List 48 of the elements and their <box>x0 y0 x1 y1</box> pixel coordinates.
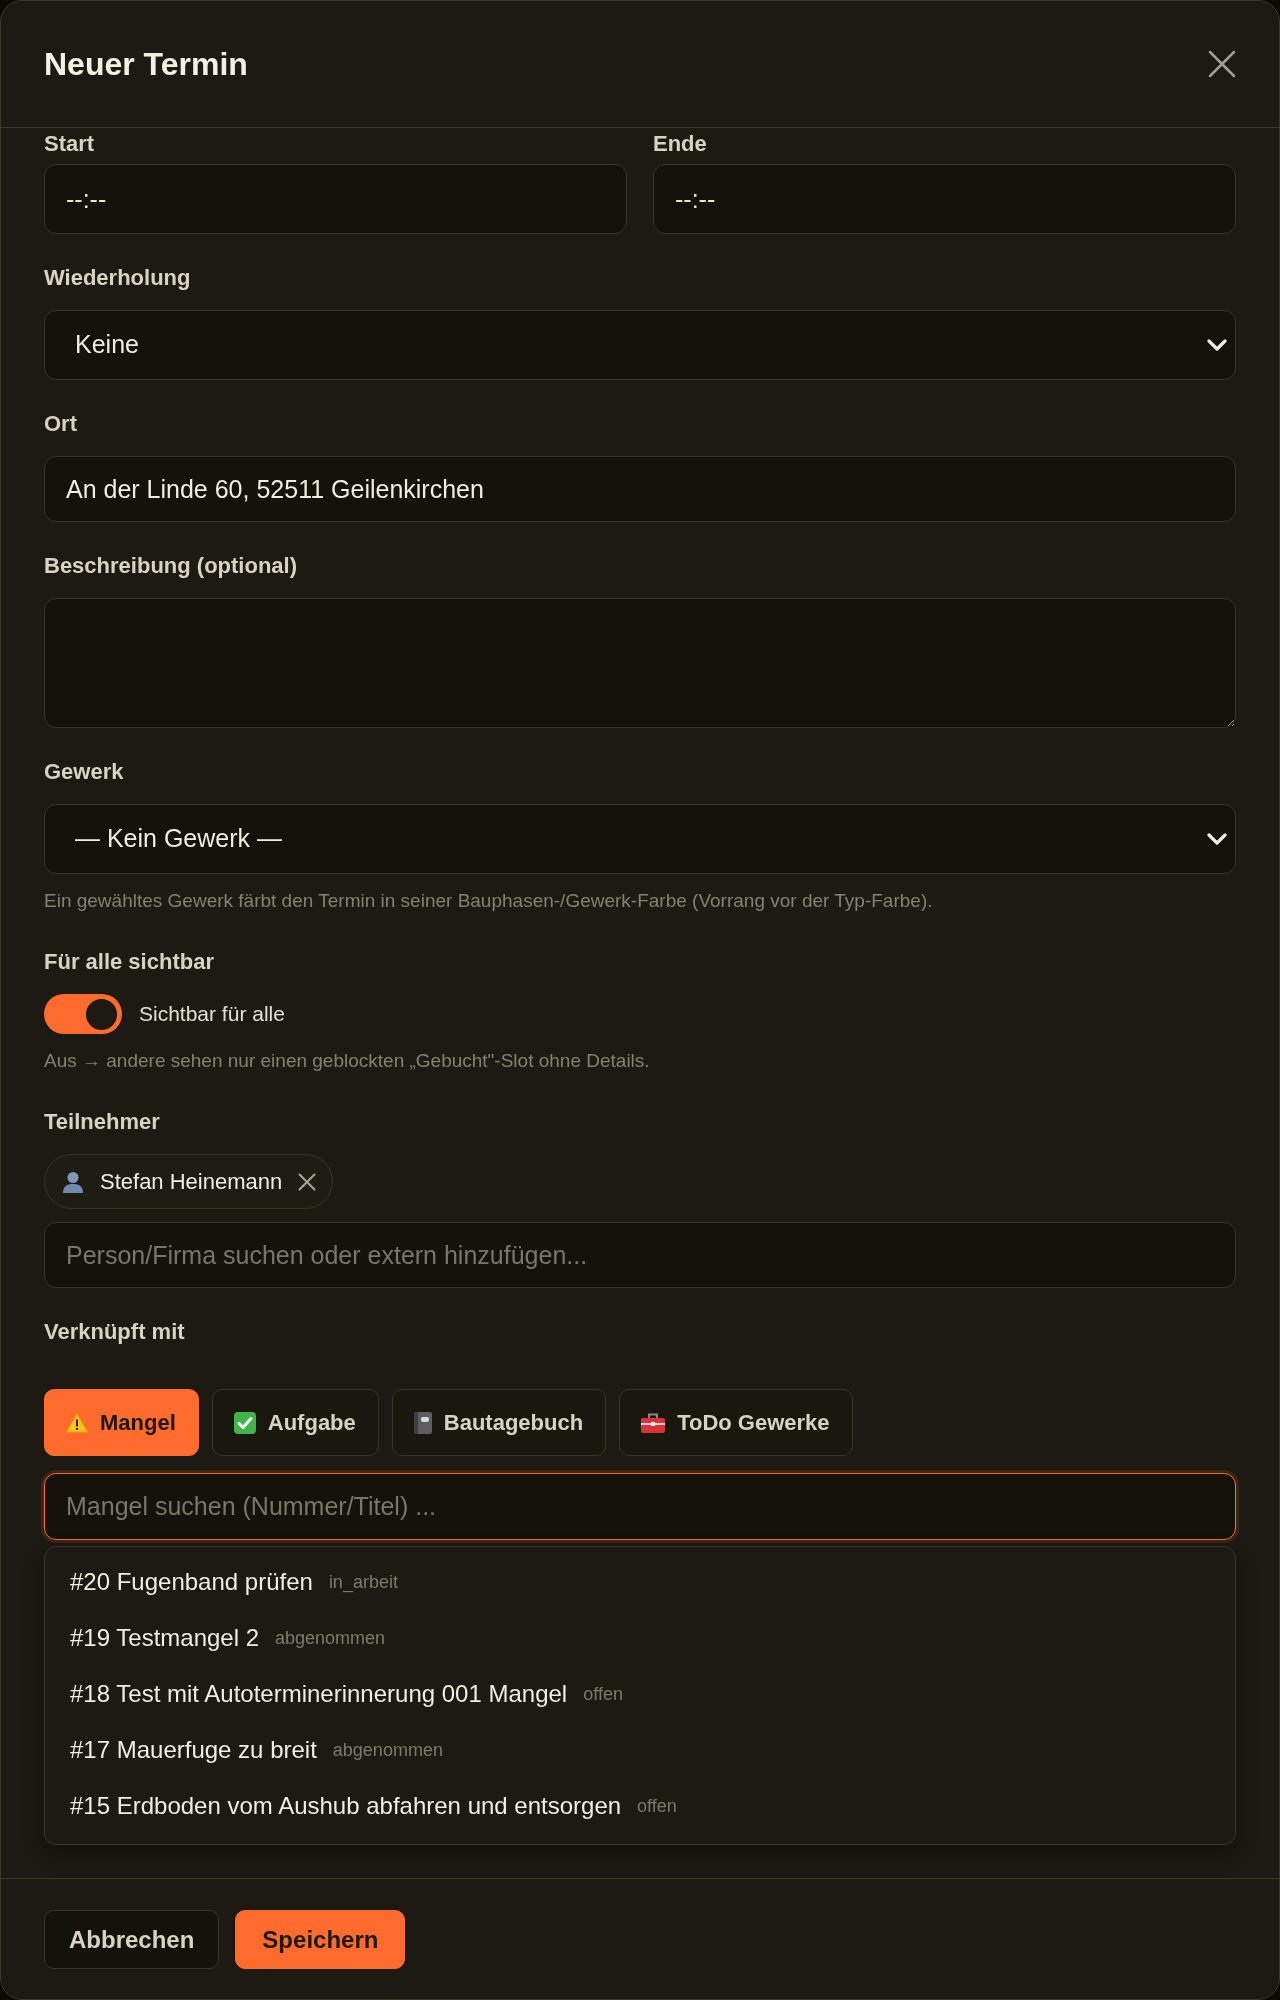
dialog-title: Neuer Termin <box>44 45 248 84</box>
field-label: Start <box>44 132 96 156</box>
time-field[interactable]: --:-- <box>44 164 627 234</box>
field-label: Gewerk <box>44 758 125 786</box>
cancel-button[interactable]: Abbrechen <box>44 1910 220 1969</box>
field-label: Teilnehmer <box>44 1108 161 1136</box>
help-text: Aus → andere sehen nur einen geblockten „Gebucht"-Slot ohne Details. <box>44 1049 651 1073</box>
field-label: Beschreibung (optional) <box>44 552 298 580</box>
person-icon <box>62 1170 84 1193</box>
field-label: Ende <box>653 132 708 156</box>
status-text: abgenommen <box>275 1626 386 1650</box>
close-icon[interactable] <box>1208 50 1236 78</box>
notebook-icon <box>413 1411 432 1434</box>
status-text: offen <box>583 1682 623 1706</box>
search-field[interactable]: Person/Firma suchen oder extern hinzufügen... <box>44 1222 1236 1288</box>
participant-name: Stefan Heinemann <box>100 1168 283 1196</box>
result-option[interactable]: #19 Testmangel 2 <box>70 1620 260 1656</box>
location-field[interactable]: An der Linde 60, 52511 Geilenkirchen <box>44 456 1236 522</box>
link-type-tab[interactable]: Mangel <box>44 1389 199 1456</box>
warning-icon <box>66 1412 88 1433</box>
status-text: offen <box>637 1794 677 1818</box>
field-label: Ort <box>44 410 78 438</box>
help-text: Ein gewähltes Gewerk färbt den Termin in seiner Bauphasen-/Gewerk-Farbe (Vorrang vor der Typ-Farbe). <box>44 889 934 913</box>
toolbox-icon <box>641 1412 666 1433</box>
link-type-tab[interactable]: Bautagebuch <box>391 1389 607 1456</box>
toggle-switch[interactable] <box>44 994 122 1034</box>
result-option[interactable]: #15 Erdboden vom Aushub abfahren und entsorgen <box>70 1788 622 1824</box>
time-field[interactable]: --:-- <box>653 164 1236 234</box>
chevron-icon <box>1207 338 1227 352</box>
field-label: Wiederholung <box>44 264 192 292</box>
search-field[interactable]: Mangel suchen (Nummer/Titel) ... <box>44 1473 1236 1540</box>
status-text: in_arbeit <box>328 1570 398 1595</box>
switch-label: Sichtbar für alle <box>139 1001 285 1028</box>
checkmark-icon <box>233 1411 256 1434</box>
link-type-tab[interactable]: Aufgabe <box>211 1389 379 1456</box>
result-option[interactable]: #20 Fugenband prüfen <box>70 1564 313 1600</box>
chevron-icon <box>1207 832 1227 846</box>
save-button[interactable]: Speichern <box>235 1910 406 1969</box>
result-option[interactable]: #17 Mauerfuge zu breit <box>70 1732 317 1768</box>
result-option[interactable]: #18 Test mit Autoterminerinnerung 001 Mangel <box>70 1676 568 1712</box>
field-label: Verknüpft mit <box>44 1318 186 1346</box>
status-text: abgenommen <box>332 1738 443 1762</box>
field-label: Für alle sichtbar <box>44 948 215 976</box>
description-field[interactable] <box>44 598 1236 728</box>
close-icon[interactable] <box>298 1172 317 1191</box>
repeat-select[interactable]: Keine <box>44 310 1236 380</box>
link-type-tab[interactable]: ToDo Gewerke <box>619 1389 853 1456</box>
trade-select[interactable]: — Kein Gewerk — <box>44 804 1236 874</box>
